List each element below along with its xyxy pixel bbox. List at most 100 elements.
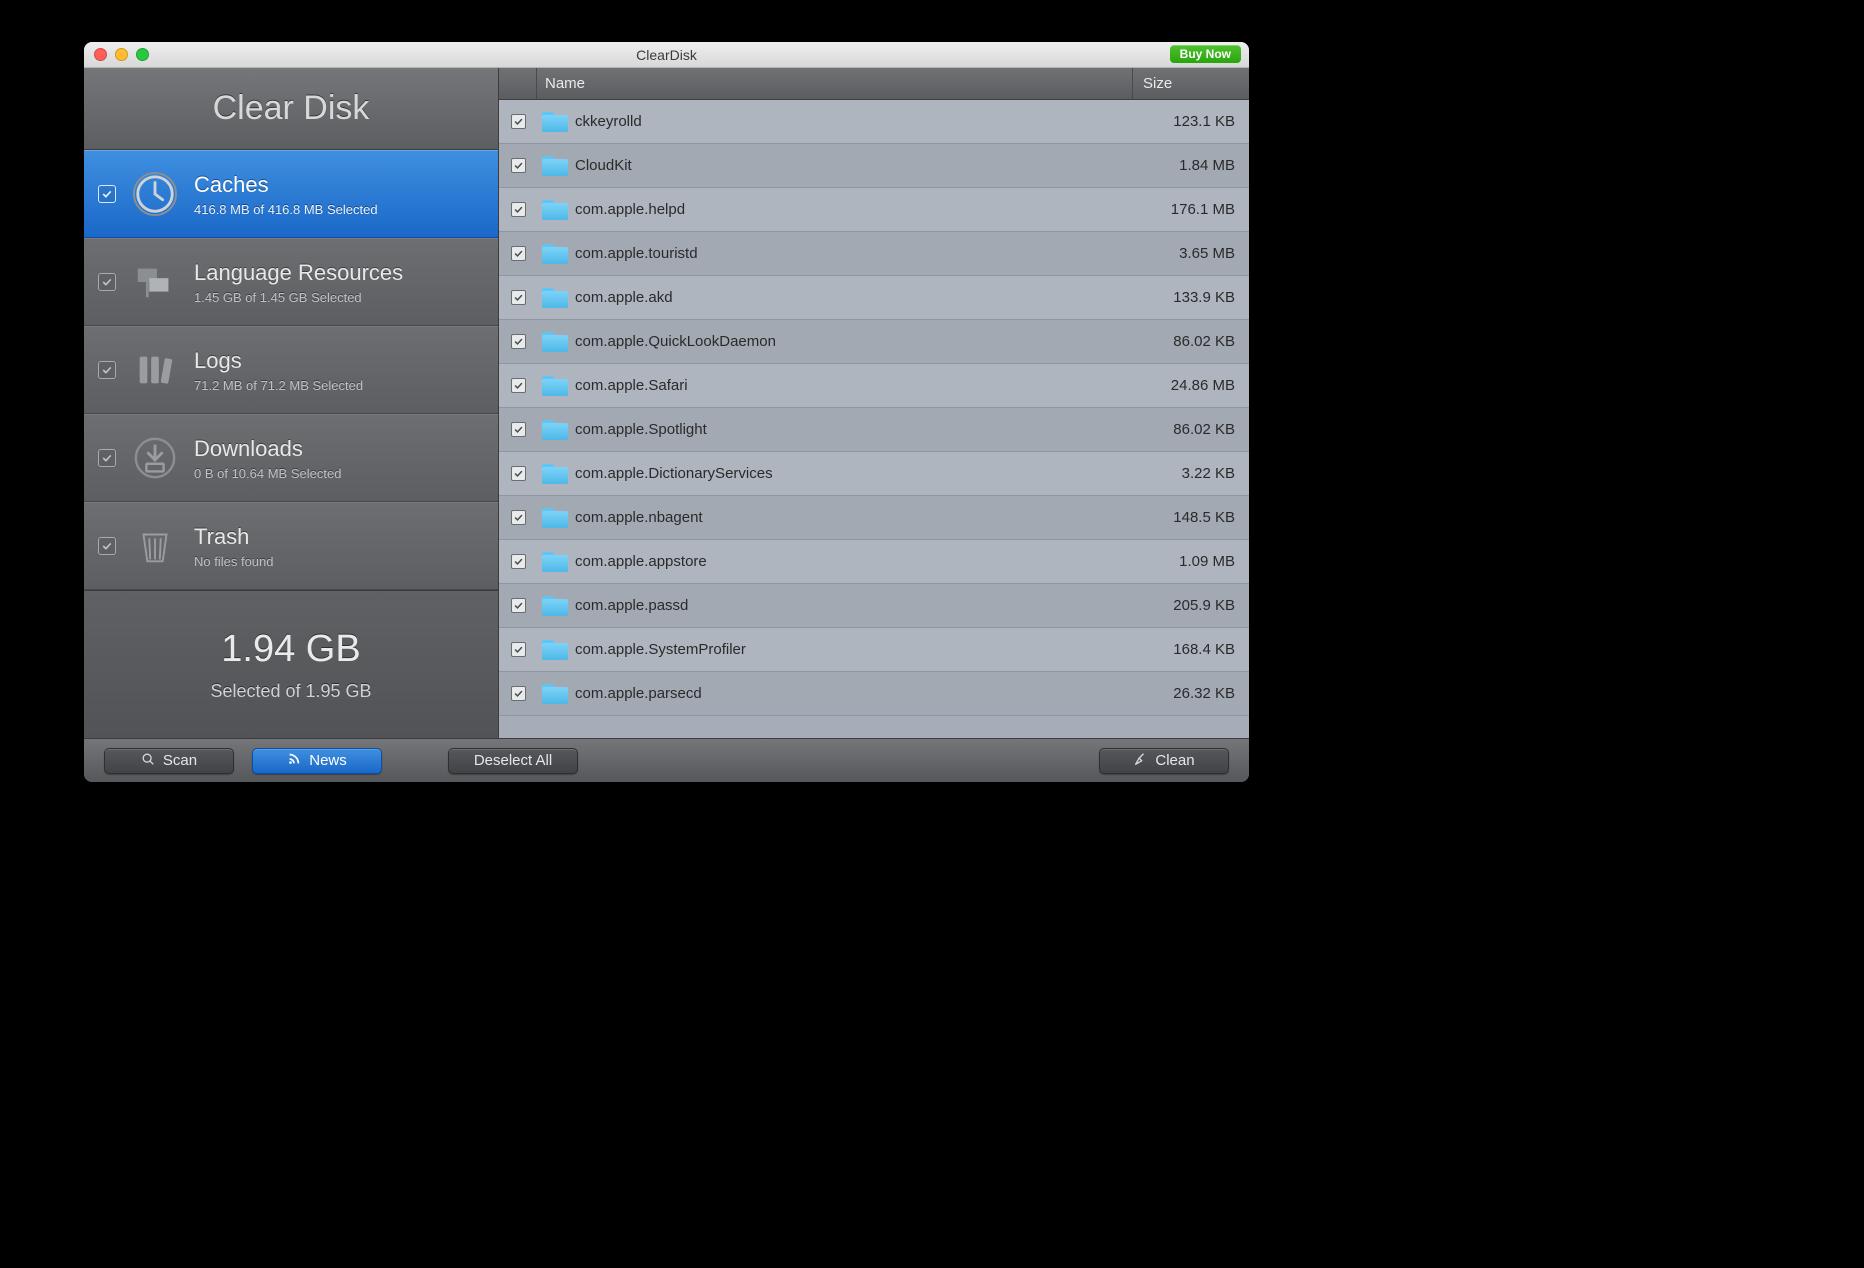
category-text: Language Resources 1.45 GB of 1.45 GB Se… — [194, 260, 403, 305]
row-size: 3.65 MB — [1133, 245, 1249, 262]
folder-icon — [537, 596, 573, 616]
sidebar-category-trash[interactable]: Trash No files found — [84, 502, 498, 590]
row-checkbox[interactable] — [499, 158, 537, 173]
category-checkbox[interactable] — [98, 537, 116, 555]
row-name: CloudKit — [573, 157, 1133, 174]
table-row[interactable]: com.apple.DictionaryServices 3.22 KB — [499, 452, 1249, 496]
category-text: Trash No files found — [194, 524, 274, 569]
category-subtitle: No files found — [194, 554, 274, 569]
row-size: 24.86 MB — [1133, 377, 1249, 394]
category-title: Logs — [194, 348, 363, 374]
row-checkbox[interactable] — [499, 598, 537, 613]
table-row[interactable]: com.apple.SystemProfiler 168.4 KB — [499, 628, 1249, 672]
deselect-all-button[interactable]: Deselect All — [448, 748, 578, 774]
row-size: 86.02 KB — [1133, 333, 1249, 350]
category-subtitle: 0 B of 10.64 MB Selected — [194, 466, 341, 481]
row-name: com.apple.Spotlight — [573, 421, 1133, 438]
sidebar-category-lang[interactable]: Language Resources 1.45 GB of 1.45 GB Se… — [84, 238, 498, 326]
row-checkbox[interactable] — [499, 466, 537, 481]
row-name: com.apple.passd — [573, 597, 1133, 614]
category-subtitle: 416.8 MB of 416.8 MB Selected — [194, 202, 378, 217]
trash-icon — [130, 521, 180, 571]
table-row[interactable]: com.apple.parsecd 26.32 KB — [499, 672, 1249, 716]
folder-icon — [537, 420, 573, 440]
deselect-all-button-label: Deselect All — [474, 752, 552, 769]
scan-button[interactable]: Scan — [104, 748, 234, 774]
row-checkbox[interactable] — [499, 334, 537, 349]
row-checkbox[interactable] — [499, 686, 537, 701]
table-row[interactable]: CloudKit 1.84 MB — [499, 144, 1249, 188]
row-size: 3.22 KB — [1133, 465, 1249, 482]
folder-icon — [537, 288, 573, 308]
folder-icon — [537, 464, 573, 484]
table-row[interactable]: ckkeyrolld 123.1 KB — [499, 100, 1249, 144]
summary-panel: 1.94 GB Selected of 1.95 GB — [84, 590, 498, 738]
app-window: ClearDisk Buy Now Clear Disk Caches 416.… — [84, 42, 1249, 782]
dl-icon — [130, 433, 180, 483]
row-size: 205.9 KB — [1133, 597, 1249, 614]
row-name: com.apple.QuickLookDaemon — [573, 333, 1133, 350]
row-checkbox[interactable] — [499, 642, 537, 657]
folder-icon — [537, 112, 573, 132]
buy-now-button[interactable]: Buy Now — [1170, 45, 1241, 63]
sidebar: Clear Disk Caches 416.8 MB of 416.8 MB S… — [84, 68, 499, 738]
table-row[interactable]: com.apple.Safari 24.86 MB — [499, 364, 1249, 408]
column-header-size-label: Size — [1143, 75, 1172, 92]
row-name: com.apple.touristd — [573, 245, 1133, 262]
table-row[interactable]: com.apple.appstore 1.09 MB — [499, 540, 1249, 584]
window-title: ClearDisk — [84, 47, 1249, 63]
row-size: 123.1 KB — [1133, 113, 1249, 130]
row-checkbox[interactable] — [499, 114, 537, 129]
row-checkbox[interactable] — [499, 422, 537, 437]
clean-button[interactable]: Clean — [1099, 748, 1229, 774]
table-row[interactable]: com.apple.Spotlight 86.02 KB — [499, 408, 1249, 452]
row-checkbox[interactable] — [499, 510, 537, 525]
table-row[interactable]: com.apple.helpd 176.1 MB — [499, 188, 1249, 232]
row-checkbox[interactable] — [499, 378, 537, 393]
broom-icon — [1133, 752, 1147, 770]
app-brand: Clear Disk — [84, 68, 498, 150]
sidebar-category-logs[interactable]: Logs 71.2 MB of 71.2 MB Selected — [84, 326, 498, 414]
category-title: Language Resources — [194, 260, 403, 286]
table-row[interactable]: com.apple.QuickLookDaemon 86.02 KB — [499, 320, 1249, 364]
row-name: com.apple.DictionaryServices — [573, 465, 1133, 482]
sidebar-category-caches[interactable]: Caches 416.8 MB of 416.8 MB Selected — [84, 150, 498, 238]
row-checkbox[interactable] — [499, 202, 537, 217]
row-checkbox[interactable] — [499, 246, 537, 261]
category-subtitle: 1.45 GB of 1.45 GB Selected — [194, 290, 403, 305]
category-checkbox[interactable] — [98, 449, 116, 467]
category-text: Caches 416.8 MB of 416.8 MB Selected — [194, 172, 378, 217]
folder-icon — [537, 200, 573, 220]
table-row[interactable]: com.apple.nbagent 148.5 KB — [499, 496, 1249, 540]
row-name: com.apple.akd — [573, 289, 1133, 306]
row-name: com.apple.Safari — [573, 377, 1133, 394]
table-header: Name Size — [499, 68, 1249, 100]
sidebar-category-dl[interactable]: Downloads 0 B of 10.64 MB Selected — [84, 414, 498, 502]
category-text: Logs 71.2 MB of 71.2 MB Selected — [194, 348, 363, 393]
row-size: 133.9 KB — [1133, 289, 1249, 306]
column-header-size[interactable]: Size — [1133, 68, 1249, 99]
folder-icon — [537, 244, 573, 264]
row-checkbox[interactable] — [499, 290, 537, 305]
table-row[interactable]: com.apple.touristd 3.65 MB — [499, 232, 1249, 276]
category-title: Trash — [194, 524, 274, 550]
row-checkbox[interactable] — [499, 554, 537, 569]
row-size: 86.02 KB — [1133, 421, 1249, 438]
column-header-name-label: Name — [545, 75, 585, 92]
news-button-label: News — [309, 752, 347, 769]
category-checkbox[interactable] — [98, 273, 116, 291]
column-header-checkbox[interactable] — [499, 68, 537, 99]
table-row[interactable]: com.apple.passd 205.9 KB — [499, 584, 1249, 628]
category-checkbox[interactable] — [98, 361, 116, 379]
folder-icon — [537, 684, 573, 704]
table-row[interactable]: com.apple.akd 133.9 KB — [499, 276, 1249, 320]
column-header-name[interactable]: Name — [537, 68, 1133, 99]
category-checkbox[interactable] — [98, 185, 116, 203]
row-size: 168.4 KB — [1133, 641, 1249, 658]
row-name: com.apple.SystemProfiler — [573, 641, 1133, 658]
clean-button-label: Clean — [1155, 752, 1194, 769]
folder-icon — [537, 508, 573, 528]
row-name: com.apple.nbagent — [573, 509, 1133, 526]
news-button[interactable]: News — [252, 748, 382, 774]
search-icon — [141, 752, 155, 770]
